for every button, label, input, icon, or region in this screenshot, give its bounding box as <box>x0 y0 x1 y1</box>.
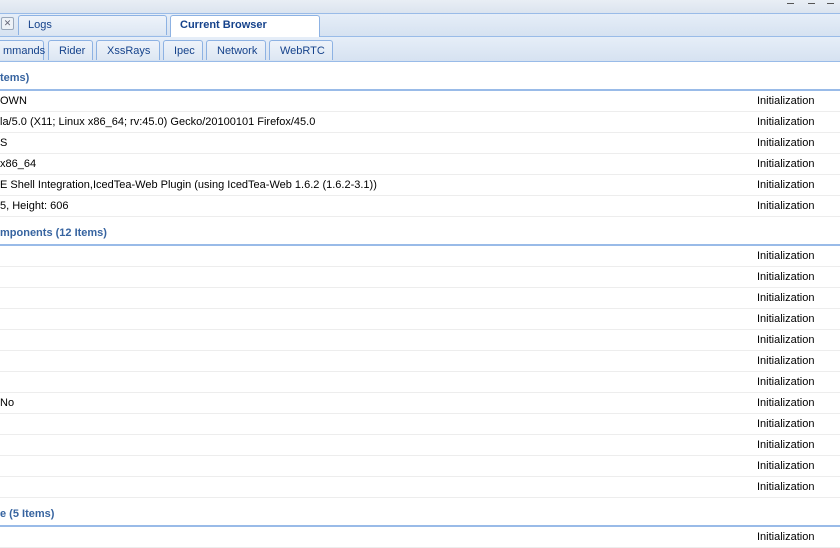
table-row[interactable]: OWN Initialization <box>0 91 840 112</box>
table-row[interactable]: Initialization <box>0 477 840 498</box>
subtab-label: XssRays <box>107 45 151 57</box>
table-row[interactable]: S Initialization <box>0 133 840 154</box>
row-value: No <box>0 397 15 409</box>
row-value: OWN <box>0 95 27 107</box>
subtab-xssrays[interactable]: XssRays <box>96 40 160 60</box>
group-title: mponents (12 Items) <box>0 227 107 239</box>
row-source: Initialization <box>757 355 815 367</box>
subtab-ipec[interactable]: Ipec <box>163 40 203 60</box>
close-icon[interactable]: ✕ <box>1 17 14 30</box>
row-value: S <box>0 137 8 149</box>
main-tab-bar: ✕ Logs Current Browser <box>0 14 840 37</box>
subtab-label: Network <box>217 45 258 57</box>
row-source: Initialization <box>757 158 815 170</box>
row-value: 5, Height: 606 <box>0 200 69 212</box>
tab-label: Logs <box>28 19 52 31</box>
group-title: tems) <box>0 72 30 84</box>
sub-tab-bar: mmands Rider XssRays Ipec Network WebRTC <box>0 37 840 62</box>
row-source: Initialization <box>757 376 815 388</box>
subtab-label: Ipec <box>174 45 195 57</box>
window-control-icon[interactable] <box>808 0 815 4</box>
row-source: Initialization <box>757 481 815 493</box>
row-source: Initialization <box>757 397 815 409</box>
table-row[interactable]: Initialization <box>0 351 840 372</box>
group-header[interactable]: e (5 Items) <box>0 498 840 527</box>
table-row[interactable]: la/5.0 (X11; Linux x86_64; rv:45.0) Geck… <box>0 112 840 133</box>
window-control-icon[interactable] <box>827 0 834 4</box>
table-row[interactable]: Initialization <box>0 309 840 330</box>
group-header[interactable]: mponents (12 Items) <box>0 217 840 246</box>
subtab-label: WebRTC <box>280 45 325 57</box>
table-row[interactable]: Initialization <box>0 414 840 435</box>
row-source: Initialization <box>757 334 815 346</box>
group-title: e (5 Items) <box>0 508 55 520</box>
row-source: Initialization <box>757 200 815 212</box>
row-source: Initialization <box>757 418 815 430</box>
table-row[interactable]: 5, Height: 606 Initialization <box>0 196 840 217</box>
row-source: Initialization <box>757 179 815 191</box>
row-source: Initialization <box>757 460 815 472</box>
row-source: Initialization <box>757 313 815 325</box>
tab-current-browser[interactable]: Current Browser <box>170 15 320 37</box>
row-source: Initialization <box>757 271 815 283</box>
subtab-commands[interactable]: mmands <box>0 40 46 60</box>
row-source: Initialization <box>757 439 815 451</box>
window-control-icon[interactable] <box>787 0 794 4</box>
row-source: Initialization <box>757 116 815 128</box>
row-source: Initialization <box>757 95 815 107</box>
subtab-label: mmands <box>3 45 46 57</box>
group-header[interactable]: tems) <box>0 62 840 91</box>
row-value: x86_64 <box>0 158 37 170</box>
row-value: la/5.0 (X11; Linux x86_64; rv:45.0) Geck… <box>0 116 316 128</box>
top-toolbar-strip <box>0 0 840 14</box>
table-row[interactable]: x86_64 Initialization <box>0 154 840 175</box>
table-row[interactable]: Initialization <box>0 456 840 477</box>
tab-label: Current Browser <box>180 19 267 31</box>
row-source: Initialization <box>757 292 815 304</box>
table-row[interactable]: Initialization <box>0 330 840 351</box>
table-row[interactable]: Initialization <box>0 527 840 548</box>
subtab-rider[interactable]: Rider <box>48 40 93 60</box>
table-row[interactable]: Initialization <box>0 435 840 456</box>
subtab-label: Rider <box>59 45 86 57</box>
browser-details-grid: tems) OWN Initialization la/5.0 (X11; Linux… <box>0 62 840 548</box>
table-row[interactable]: Initialization <box>0 267 840 288</box>
row-source: Initialization <box>757 531 815 543</box>
subtab-webrtc[interactable]: WebRTC <box>269 40 333 60</box>
row-source: Initialization <box>757 250 815 262</box>
table-row[interactable]: Initialization <box>0 372 840 393</box>
table-row[interactable]: No Initialization <box>0 393 840 414</box>
table-row[interactable]: E Shell Integration,IcedTea-Web Plugin (… <box>0 175 840 196</box>
subtab-network[interactable]: Network <box>206 40 266 60</box>
table-row[interactable]: Initialization <box>0 288 840 309</box>
row-value: E Shell Integration,IcedTea-Web Plugin (… <box>0 179 377 191</box>
row-source: Initialization <box>757 137 815 149</box>
table-row[interactable]: Initialization <box>0 246 840 267</box>
tab-logs[interactable]: Logs <box>18 15 167 35</box>
